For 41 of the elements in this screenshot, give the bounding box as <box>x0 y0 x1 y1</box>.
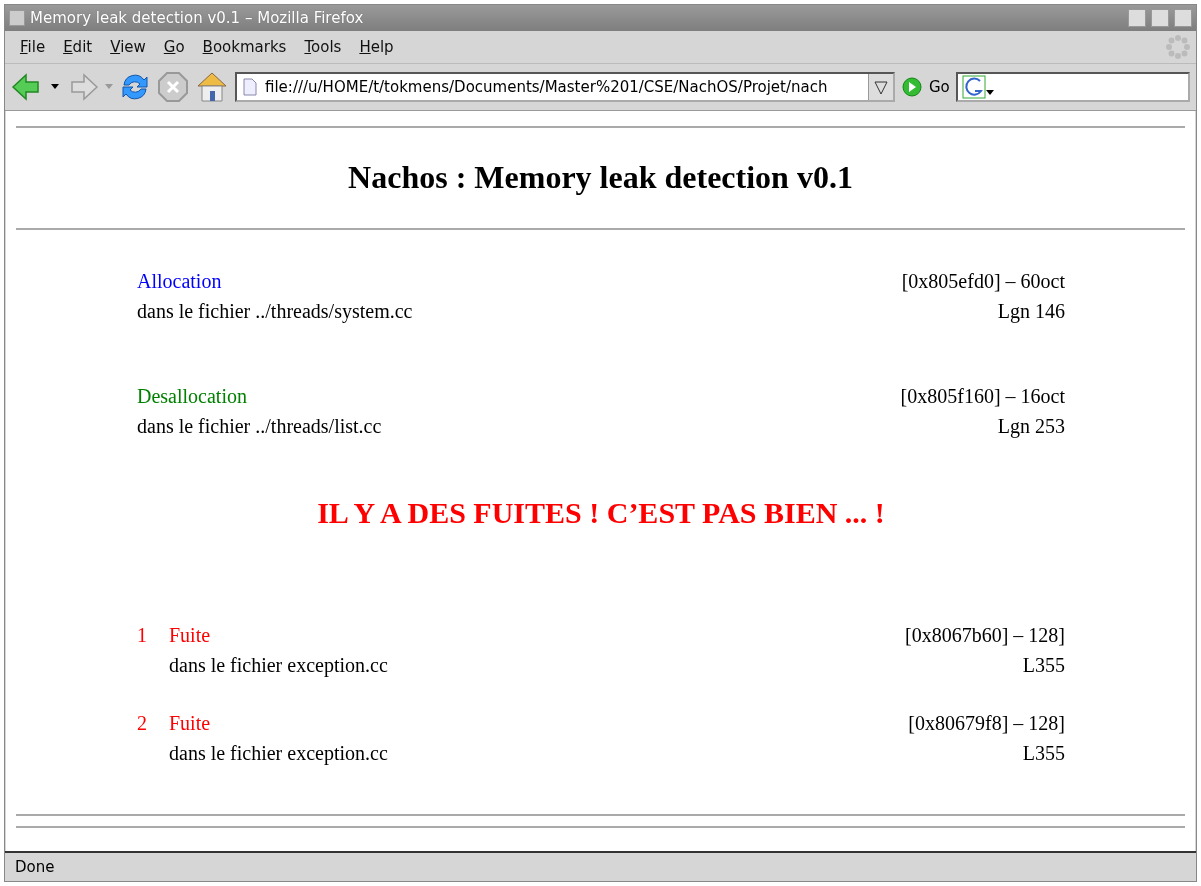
memory-address: [0x80679f8] – 128] <box>908 711 1065 736</box>
go-icon[interactable] <box>901 76 923 98</box>
go-label[interactable]: Go <box>929 78 950 96</box>
menu-item[interactable]: Bookmarks <box>193 38 296 56</box>
menu-item[interactable]: Help <box>350 38 403 56</box>
line-number: Lgn 253 <box>997 414 1065 440</box>
entry-label: Fuite <box>169 712 211 734</box>
entry-label: Allocation <box>137 270 222 292</box>
address-field[interactable]: file:///u/HOME/t/tokmens/Documents/Master%201/CSE/NachOS/Projet/nach <box>235 72 895 102</box>
menu-item[interactable]: Tools <box>295 38 351 56</box>
throbber-icon <box>1166 35 1190 59</box>
memory-address: [0x805efd0] – 60oct <box>901 269 1065 294</box>
dropdown-button[interactable] <box>868 74 893 100</box>
menu-item[interactable]: File <box>11 38 55 56</box>
line-number: L355 <box>1022 653 1065 678</box>
file-location: dans le fichier exception.cc <box>169 654 388 676</box>
leak-number: 2 <box>137 711 148 736</box>
search-engine-icon[interactable] <box>961 75 996 99</box>
leak-number: 1 <box>137 623 148 648</box>
document-icon <box>243 78 257 96</box>
search-field[interactable] <box>955 72 1190 102</box>
menu-item[interactable]: Go <box>154 38 194 56</box>
memory-address: [0x8067b60] – 128] <box>905 623 1065 648</box>
entry-label: Fuite <box>169 624 211 646</box>
status-text: Done <box>15 858 55 876</box>
menu-item[interactable]: View <box>101 38 155 56</box>
entry-label: Desallocation <box>137 385 247 407</box>
window-title: Memory leak detection v0.1 – Mozilla Firefox <box>30 9 364 27</box>
home-icon[interactable] <box>195 70 229 104</box>
dropdown-arrow-icon[interactable] <box>51 84 59 90</box>
file-location: dans le fichier ../threads/system.cc <box>137 300 413 322</box>
menu-item[interactable]: Edit <box>54 38 102 56</box>
line-number: L355 <box>1022 741 1065 766</box>
page-heading: Nachos : Memory leak detection v0.1 <box>348 159 853 195</box>
file-location: dans le fichier ../threads/list.cc <box>137 415 382 437</box>
warning-message: IL Y A DES FUITES ! C’EST PAS BIEN ... ! <box>317 496 885 529</box>
memory-address: [0x805f160] – 16oct <box>900 384 1065 409</box>
stop-icon[interactable] <box>157 71 189 103</box>
reload-icon[interactable] <box>119 71 151 103</box>
line-number: Lgn 146 <box>997 299 1065 325</box>
file-location: dans le fichier exception.cc <box>169 742 388 764</box>
